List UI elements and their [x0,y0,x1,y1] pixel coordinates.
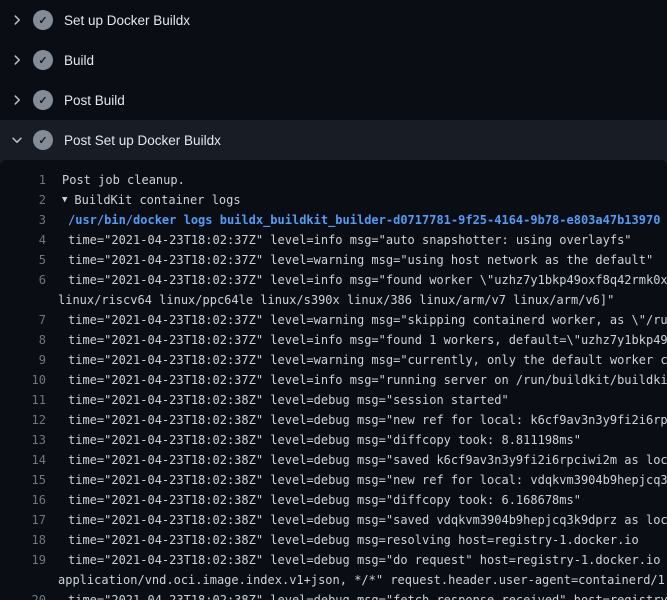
step-label: Build [64,53,94,68]
log-line-number[interactable]: 14 [0,450,46,470]
log-line-text: time="2021-04-23T18:02:38Z" level=debug … [46,590,667,600]
log-line: 11 time="2021-04-23T18:02:38Z" level=deb… [0,390,667,410]
chevron-down-icon [9,132,25,148]
log-line-continuation: linux/riscv64 linux/ppc64le linux/s390x … [0,290,667,310]
log-line: 1 Post job cleanup. [0,170,667,190]
step-row-1[interactable]: ✓ Build [0,40,667,80]
chevron-right-icon [9,52,25,68]
log-line-number[interactable]: 6 [0,270,46,290]
log-line-text: time="2021-04-23T18:02:38Z" level=debug … [46,450,667,470]
log-line-text: time="2021-04-23T18:02:37Z" level=warnin… [46,250,653,270]
log-line: 12 time="2021-04-23T18:02:38Z" level=deb… [0,410,667,430]
step-label: Post Build [64,93,125,108]
log-line-continuation: application/vnd.oci.image.index.v1+json,… [0,570,667,590]
log-line-number[interactable]: 17 [0,510,46,530]
step-row-3[interactable]: ✓ Post Set up Docker Buildx [0,120,667,160]
step-label: Set up Docker Buildx [64,13,190,28]
log-line-number[interactable]: 10 [0,370,46,390]
log-line-text: linux/riscv64 linux/ppc64le linux/s390x … [46,290,614,310]
log-line-number[interactable]: 15 [0,470,46,490]
log-line-text: time="2021-04-23T18:02:37Z" level=warnin… [46,350,667,370]
log-line: 3 /usr/bin/docker logs buildx_buildkit_b… [0,210,667,230]
log-line-number[interactable]: 7 [0,310,46,330]
log-line-number[interactable]: 4 [0,230,46,250]
step-row-0[interactable]: ✓ Set up Docker Buildx [0,0,667,40]
log-line: 10 time="2021-04-23T18:02:37Z" level=inf… [0,370,667,390]
step-row-2[interactable]: ✓ Post Build [0,80,667,120]
check-circle-icon: ✓ [33,50,53,70]
log-line-number[interactable]: 1 [0,170,46,190]
log-line-text: /usr/bin/docker logs buildx_buildkit_bui… [46,210,660,230]
chevron-right-icon [9,92,25,108]
group-title[interactable]: BuildKit container logs [74,190,240,210]
log-line: 20 time="2021-04-23T18:02:38Z" level=deb… [0,590,667,600]
log-line: 15 time="2021-04-23T18:02:38Z" level=deb… [0,470,667,490]
log-line: 5 time="2021-04-23T18:02:37Z" level=warn… [0,250,667,270]
log-line-text: ▼ BuildKit container logs [46,190,241,210]
log-line-number[interactable]: 8 [0,330,46,350]
log-line: 13 time="2021-04-23T18:02:38Z" level=deb… [0,430,667,450]
log-line-text: Post job cleanup. [46,170,185,190]
log-line: 2 ▼ BuildKit container logs [0,190,667,210]
log-line: 17 time="2021-04-23T18:02:38Z" level=deb… [0,510,667,530]
check-circle-icon: ✓ [33,90,53,110]
log-line-text: time="2021-04-23T18:02:37Z" level=info m… [46,230,632,250]
expanded-step-header-slot: ✓ Post Set up Docker Buildx [0,120,667,160]
log-line-text: time="2021-04-23T18:02:38Z" level=debug … [46,410,667,430]
log-line: 6 time="2021-04-23T18:02:37Z" level=info… [0,270,667,290]
check-circle-icon: ✓ [33,10,53,30]
log-line: 8 time="2021-04-23T18:02:37Z" level=info… [0,330,667,350]
log-line-text: time="2021-04-23T18:02:37Z" level=warnin… [46,310,667,330]
log-line-text: time="2021-04-23T18:02:37Z" level=info m… [46,330,667,350]
expanded-step-group: ✓ Post Set up Docker Buildx 1 Post job c… [0,120,667,600]
group-expanded-icon[interactable]: ▼ [62,190,67,210]
log-line-number[interactable]: 19 [0,550,46,570]
log-line: 19 time="2021-04-23T18:02:38Z" level=deb… [0,550,667,570]
log-line-number[interactable]: 5 [0,250,46,270]
log-line-number[interactable]: 2 [0,190,46,210]
log-line-number[interactable]: 13 [0,430,46,450]
log-line: 4 time="2021-04-23T18:02:37Z" level=info… [0,230,667,250]
check-circle-icon: ✓ [33,130,53,150]
log-line-number[interactable]: 20 [0,590,46,600]
log-line-number[interactable]: 11 [0,390,46,410]
log-line-text: time="2021-04-23T18:02:38Z" level=debug … [46,470,667,490]
log-line: 14 time="2021-04-23T18:02:38Z" level=deb… [0,450,667,470]
log-line-number[interactable]: 12 [0,410,46,430]
log-line-text: application/vnd.oci.image.index.v1+json,… [46,570,667,590]
log-line-number[interactable]: 9 [0,350,46,370]
log-line-number [0,290,46,310]
step-label: Post Set up Docker Buildx [64,133,221,148]
log-line: 18 time="2021-04-23T18:02:38Z" level=deb… [0,530,667,550]
log-line-text: time="2021-04-23T18:02:38Z" level=debug … [46,390,509,410]
log-line-number[interactable]: 16 [0,490,46,510]
log-line-text: time="2021-04-23T18:02:38Z" level=debug … [46,430,581,450]
log-line-text: time="2021-04-23T18:02:38Z" level=debug … [46,530,639,550]
log-line-number [0,570,46,590]
log-line: 16 time="2021-04-23T18:02:38Z" level=deb… [0,490,667,510]
log-line-text: time="2021-04-23T18:02:38Z" level=debug … [46,550,667,570]
log-area: 1 Post job cleanup. 2 ▼ BuildKit containe… [0,160,667,600]
log-line: 7 time="2021-04-23T18:02:37Z" level=warn… [0,310,667,330]
log-line-number[interactable]: 18 [0,530,46,550]
chevron-right-icon [9,12,25,28]
log-line-text: time="2021-04-23T18:02:38Z" level=debug … [46,510,667,530]
log-line-number[interactable]: 3 [0,210,46,230]
log-line: 9 time="2021-04-23T18:02:37Z" level=warn… [0,350,667,370]
log-line-text: time="2021-04-23T18:02:38Z" level=debug … [46,490,581,510]
log-line-text: time="2021-04-23T18:02:37Z" level=info m… [46,370,667,390]
steps-list: ✓ Set up Docker Buildx ✓ Build ✓ Post Bu… [0,0,667,120]
log-line-text: time="2021-04-23T18:02:37Z" level=info m… [46,270,667,290]
